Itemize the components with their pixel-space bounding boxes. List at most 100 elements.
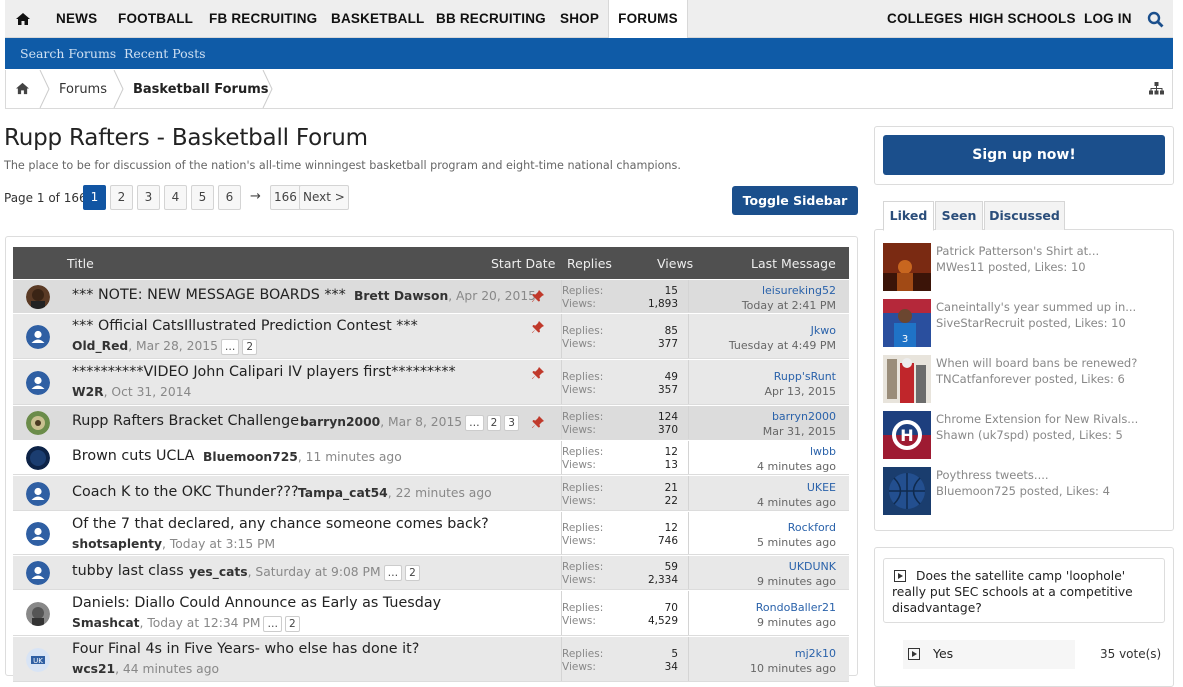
thread-starter-name[interactable]: Tampa_cat54 <box>298 486 388 500</box>
last-post-date[interactable]: 4 minutes ago <box>757 496 836 509</box>
user-avatar[interactable] <box>26 561 50 585</box>
thread-page-link[interactable]: … <box>465 415 484 431</box>
thread-row[interactable]: Coach K to the OKC Thunder??? Tampa_cat54… <box>13 476 849 511</box>
column-replies[interactable]: Replies <box>567 247 612 281</box>
thread-row[interactable]: *** NOTE: NEW MESSAGE BOARDS *** Brett Da… <box>13 280 849 313</box>
page-link-last[interactable]: 166 <box>270 185 301 210</box>
thread-row[interactable]: Brown cuts UCLA Bluemoon725, 11 minutes a… <box>13 441 849 475</box>
thread-page-link[interactable]: 2 <box>405 565 420 581</box>
thread-title[interactable]: *** NOTE: NEW MESSAGE BOARDS *** <box>72 287 346 303</box>
page-link-4[interactable]: 4 <box>164 185 187 210</box>
user-avatar[interactable] <box>26 411 50 435</box>
nav-colleges[interactable]: COLLEGES <box>887 0 963 38</box>
thread-title[interactable]: Daniels: Diallo Could Announce as Early … <box>72 595 441 611</box>
column-start-date[interactable]: Start Date <box>491 247 555 281</box>
thread-page-link[interactable]: … <box>220 339 240 355</box>
thread-starter-name[interactable]: Brett Dawson <box>354 289 448 303</box>
user-avatar[interactable] <box>26 481 50 506</box>
user-avatar[interactable] <box>26 521 50 546</box>
last-post-date[interactable]: 5 minutes ago <box>757 536 836 549</box>
liked-item[interactable]: Patrick Patterson's Shirt at... MWes11 p… <box>883 243 1168 291</box>
thread-row[interactable]: **********VIDEO John Calipari IV players… <box>13 360 849 405</box>
page-link-3[interactable]: 3 <box>137 185 160 210</box>
last-post-user[interactable]: RondoBaller21 <box>756 601 836 614</box>
nav-news[interactable]: NEWS <box>56 0 97 38</box>
thread-page-link[interactable]: … <box>263 616 282 632</box>
thread-page-link[interactable]: … <box>383 565 403 581</box>
thread-title[interactable]: Brown cuts UCLA <box>72 448 194 464</box>
last-post-user[interactable]: UKEE <box>807 481 836 494</box>
tab-seen[interactable]: Seen <box>935 201 983 230</box>
liked-title[interactable]: Patrick Patterson's Shirt at... <box>936 244 1099 258</box>
user-avatar[interactable] <box>26 284 50 309</box>
thread-starter-name[interactable]: Old_Red <box>72 339 128 353</box>
nav-high-schools[interactable]: HIGH SCHOOLS <box>969 0 1076 38</box>
thread-row[interactable]: Rupp Rafters Bracket Challenge barryn2000… <box>13 406 849 440</box>
thread-row[interactable]: Daniels: Diallo Could Announce as Early … <box>13 591 849 636</box>
page-link-6[interactable]: 6 <box>218 185 241 210</box>
liked-title[interactable]: When will board bans be renewed? <box>936 356 1137 370</box>
home-icon[interactable] <box>15 0 31 38</box>
thread-title[interactable]: Coach K to the OKC Thunder??? <box>72 484 299 500</box>
thread-title[interactable]: Rupp Rafters Bracket Challenge <box>72 413 299 429</box>
last-post-user[interactable]: Jkwo <box>811 324 836 337</box>
liked-item[interactable]: When will board bans be renewed? TNCatfa… <box>883 355 1168 403</box>
breadcrumb-current[interactable]: Basketball Forums <box>133 70 269 108</box>
user-avatar[interactable] <box>26 446 50 470</box>
tab-discussed[interactable]: Discussed <box>984 201 1065 230</box>
tab-liked[interactable]: Liked <box>883 201 934 231</box>
search-forums-link[interactable]: Search Forums <box>20 38 116 69</box>
last-post-date[interactable]: 10 minutes ago <box>750 662 836 675</box>
last-post-user[interactable]: mj2k10 <box>795 647 836 660</box>
last-post-date[interactable]: Mar 31, 2015 <box>763 425 836 438</box>
thread-starter-name[interactable]: W2R <box>72 385 104 399</box>
thread-title[interactable]: tubby last class <box>72 563 184 579</box>
last-post-date[interactable]: Apr 13, 2015 <box>764 385 836 398</box>
thread-page-link[interactable]: 2 <box>284 616 300 632</box>
nav-bb-recruiting[interactable]: BB RECRUITING <box>436 0 546 38</box>
user-avatar[interactable] <box>26 370 50 395</box>
thread-starter-name[interactable]: Bluemoon725 <box>203 450 298 464</box>
nav-fb-recruiting[interactable]: FB RECRUITING <box>209 0 317 38</box>
liked-title[interactable]: Caneintally's year summed up in... <box>936 300 1136 314</box>
user-avatar[interactable]: UK <box>26 647 50 672</box>
next-page-link[interactable]: Next > <box>299 185 349 210</box>
liked-item[interactable]: H Chrome Extension for New Rivals... Sha… <box>883 411 1168 459</box>
search-icon[interactable] <box>1147 0 1164 38</box>
last-post-date[interactable]: 9 minutes ago <box>757 616 836 629</box>
last-post-user[interactable]: leisureking52 <box>762 284 836 297</box>
thread-row[interactable]: tubby last class yes_cats, Saturday at 9:… <box>13 556 849 590</box>
page-link-1[interactable]: 1 <box>83 185 106 210</box>
thread-starter-name[interactable]: yes_cats <box>189 565 248 579</box>
poll-option-yes[interactable]: Yes <box>903 640 1075 669</box>
thread-starter-name[interactable]: wcs21 <box>72 662 115 676</box>
column-title[interactable]: Title <box>67 247 94 281</box>
thread-title[interactable]: Of the 7 that declared, any chance someo… <box>72 516 489 532</box>
breadcrumb-home-icon[interactable] <box>15 70 30 108</box>
breadcrumb-forums[interactable]: Forums <box>59 70 107 108</box>
thread-title[interactable]: **********VIDEO John Calipari IV players… <box>72 364 456 380</box>
liked-item[interactable]: Poythress tweets.... Bluemoon725 posted,… <box>883 467 1168 515</box>
thread-page-link[interactable]: 2 <box>242 339 258 355</box>
thread-row[interactable]: *** Official CatsIllustrated Prediction … <box>13 314 849 359</box>
thread-page-link[interactable]: 2 <box>486 415 502 431</box>
nav-log-in[interactable]: LOG IN <box>1084 0 1132 38</box>
thread-starter-name[interactable]: barryn2000 <box>300 415 380 429</box>
nav-football[interactable]: FOOTBALL <box>118 0 193 38</box>
last-post-user[interactable]: Rockford <box>788 521 836 534</box>
user-avatar[interactable] <box>26 324 50 349</box>
liked-item[interactable]: 3 Caneintally's year summed up in... Siv… <box>883 299 1168 347</box>
column-views[interactable]: Views <box>657 247 693 281</box>
thread-row[interactable]: UK Four Final 4s in Five Years- who else … <box>13 637 849 682</box>
last-post-date[interactable]: 9 minutes ago <box>757 575 836 588</box>
last-post-date[interactable]: Tuesday at 4:49 PM <box>729 339 836 352</box>
last-post-user[interactable]: lwbb <box>810 445 836 458</box>
toggle-sidebar-button[interactable]: Toggle Sidebar <box>732 186 858 215</box>
liked-title[interactable]: Chrome Extension for New Rivals... <box>936 412 1138 426</box>
thread-title[interactable]: Four Final 4s in Five Years- who else ha… <box>72 641 419 657</box>
thread-title[interactable]: *** Official CatsIllustrated Prediction … <box>72 318 418 334</box>
recent-posts-link[interactable]: Recent Posts <box>124 38 206 69</box>
last-post-date[interactable]: Today at 2:41 PM <box>742 299 836 312</box>
thread-starter-name[interactable]: Smashcat <box>72 616 140 630</box>
nav-basketball[interactable]: BASKETBALL <box>331 0 425 38</box>
